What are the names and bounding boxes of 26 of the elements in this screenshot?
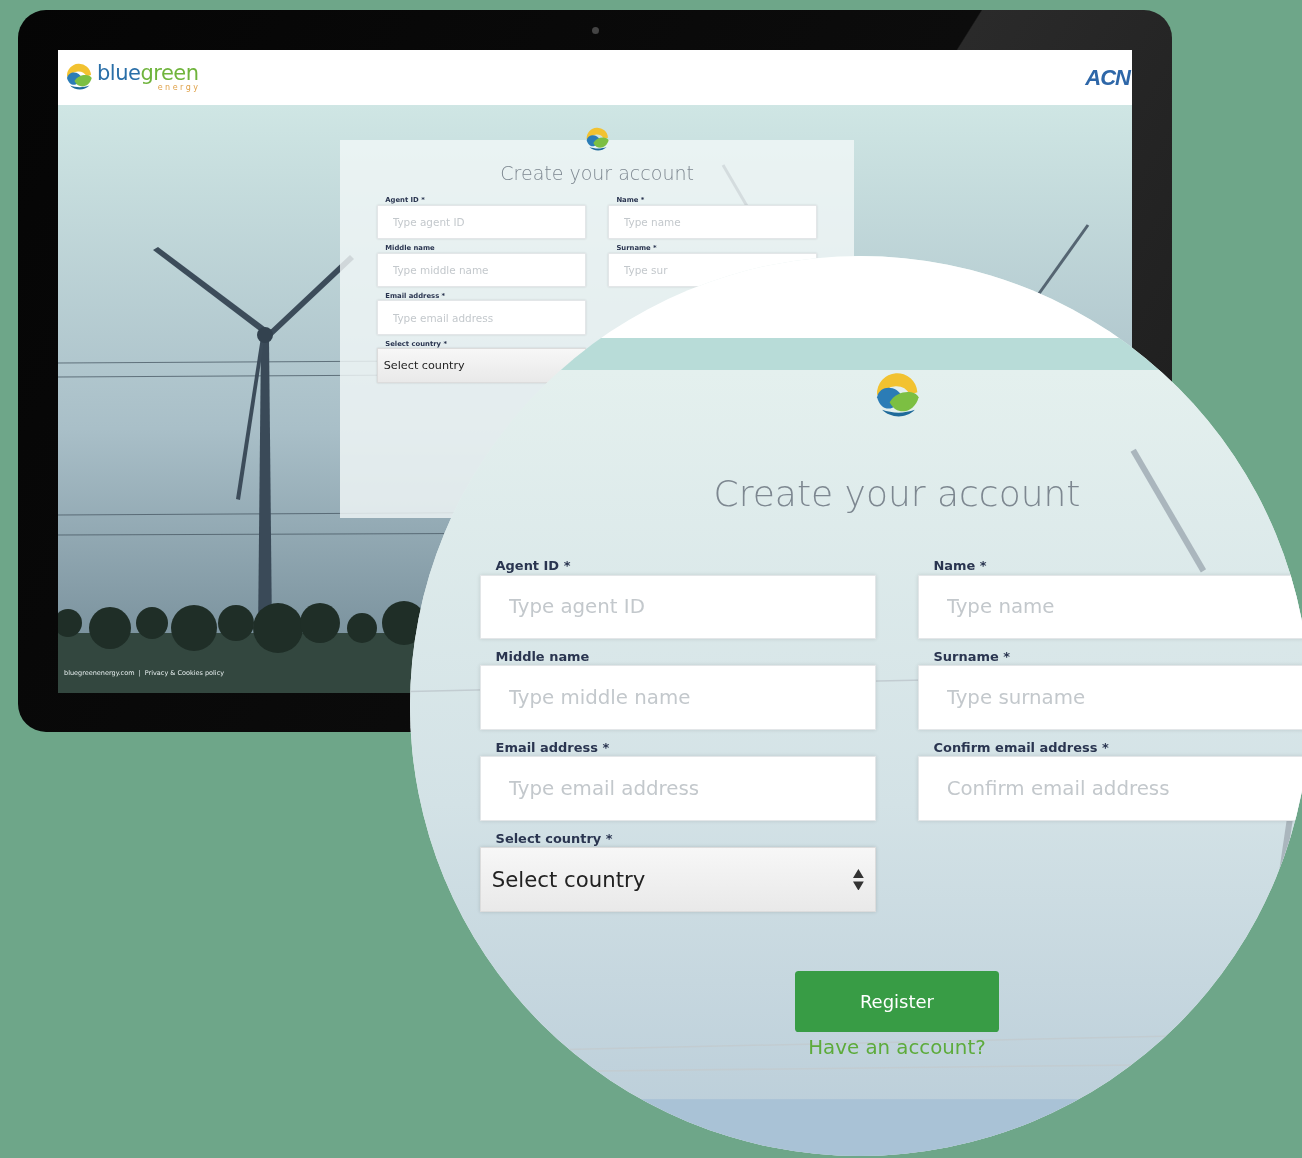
- input-field[interactable]: Type email address: [480, 756, 876, 821]
- input-field[interactable]: Type agent ID: [480, 574, 876, 640]
- field-label: Select country *: [494, 830, 614, 848]
- field-label: Name *: [932, 558, 988, 575]
- input-field[interactable]: Type middle name: [377, 252, 587, 287]
- brand-tagline: energy: [157, 84, 201, 92]
- input-field[interactable]: Type agent ID: [377, 204, 587, 239]
- sort-arrows-icon: [853, 868, 865, 891]
- input-field[interactable]: Type middle name: [480, 665, 876, 731]
- partner-logo: ACN: [1085, 64, 1130, 91]
- input-field[interactable]: Type name: [917, 574, 1302, 640]
- field-label: Surname *: [932, 649, 1011, 666]
- input-field[interactable]: Type email address: [377, 300, 587, 335]
- form-title: Create your account: [499, 161, 695, 185]
- field-label: Agent ID *: [494, 558, 572, 575]
- field-label: Confirm email address *: [932, 740, 1110, 757]
- input-field[interactable]: Type name: [608, 204, 818, 239]
- brand-name: bluegreen: [97, 63, 199, 84]
- country-select[interactable]: Select country: [377, 348, 587, 383]
- field-label: Email address *: [494, 740, 611, 757]
- camera-icon: [591, 27, 599, 34]
- country-select[interactable]: Select country: [480, 847, 876, 912]
- input-field[interactable]: Type surname: [917, 665, 1302, 731]
- input-field[interactable]: Confirm email address: [917, 756, 1302, 821]
- form-title: Create your account: [712, 472, 1082, 516]
- field-label: Middle name: [494, 649, 591, 666]
